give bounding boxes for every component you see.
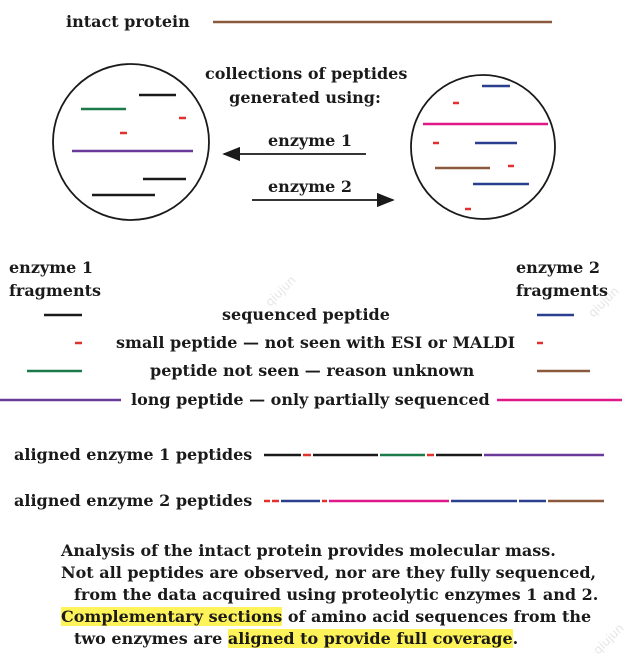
caption-highlight-aligned: aligned to provide full coverage	[227, 629, 513, 648]
caption-line4-rest: of amino acid sequences from the	[282, 607, 592, 626]
legend-small-label: small peptide — not seen with ESI or MAL…	[116, 333, 516, 352]
enzyme2-fragments-heading-line2: fragments	[516, 281, 609, 300]
caption-line5-end: .	[512, 629, 519, 648]
caption: Analysis of the intact protein provides …	[40, 540, 600, 650]
caption-line5: two enzymes are aligned to provide full …	[40, 628, 600, 650]
intact-protein-label: intact protein	[66, 12, 190, 31]
legend-long-label: long peptide — only partially sequenced	[131, 390, 490, 409]
caption-line5-start: two enzymes are	[74, 629, 228, 648]
legend-sequenced-label: sequenced peptide	[222, 305, 390, 324]
collections-label-line2: generated using:	[229, 88, 381, 107]
enzyme1-arrow-label: enzyme 1	[268, 131, 353, 150]
caption-highlight-complementary: Complementary sections	[61, 607, 283, 626]
caption-line3: from the data acquired using proteolytic…	[74, 585, 599, 604]
enzyme1-fragments-heading-line1: enzyme 1	[9, 258, 94, 277]
enzyme1-peptide-collection-circle	[52, 63, 210, 221]
enzyme2-peptide-collection-circle	[410, 74, 556, 220]
aligned-enzyme2-label: aligned enzyme 2 peptides	[14, 491, 253, 510]
legend-not-seen-label: peptide not seen — reason unknown	[150, 361, 475, 380]
collections-label-line1: collections of peptides	[205, 64, 408, 83]
enzyme2-fragments-heading-line1: enzyme 2	[516, 258, 601, 277]
caption-line4: Complementary sections of amino acid seq…	[40, 606, 600, 628]
enzyme2-arrow-label: enzyme 2	[268, 177, 353, 196]
caption-line2: Not all peptides are observed, nor are t…	[61, 563, 597, 582]
aligned-enzyme1-label: aligned enzyme 1 peptides	[14, 445, 253, 464]
caption-line1: Analysis of the intact protein provides …	[61, 541, 556, 560]
enzyme1-fragments-heading-line2: fragments	[9, 281, 102, 300]
